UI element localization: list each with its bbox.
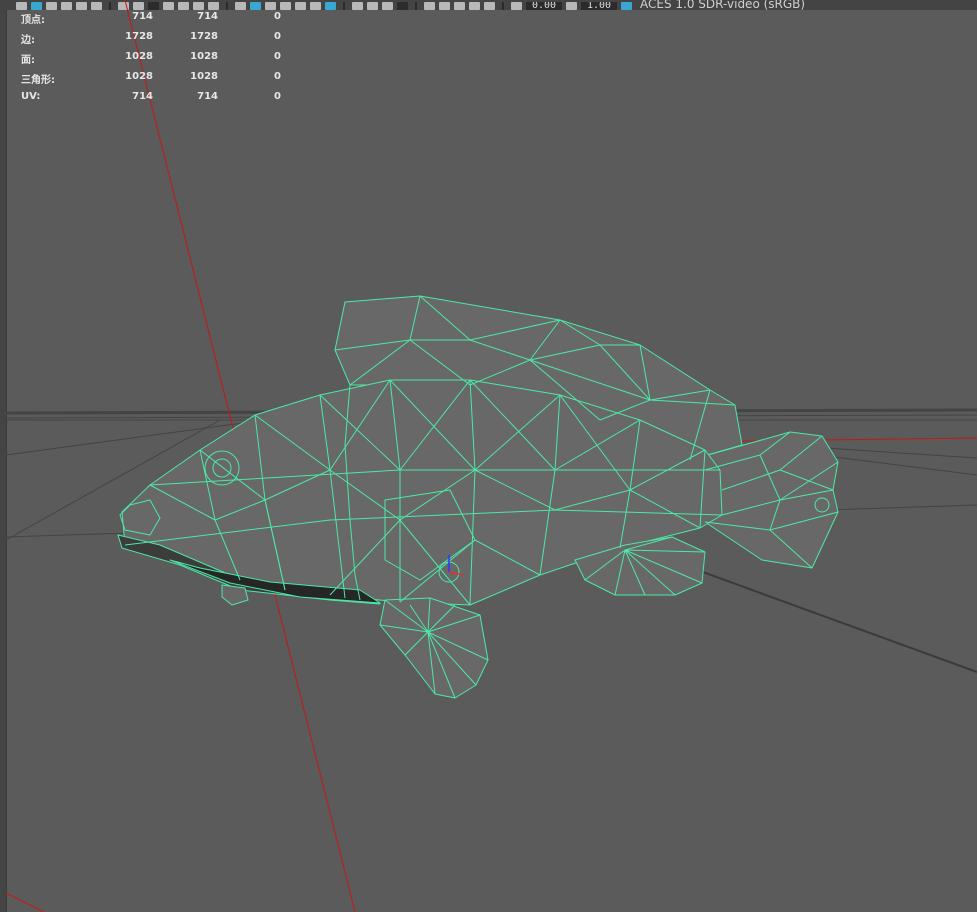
stat-row-edges: 边: 1728 1728 0 [21,31,281,51]
stat-value-selected: 0 [274,51,281,62]
stat-value-scene: 1728 [125,31,153,42]
stat-value-selected: 0 [274,91,281,102]
stat-label: 顶点: [21,15,45,26]
stat-row-faces: 面: 1028 1028 0 [21,51,281,71]
stat-value-scene: 1028 [125,71,153,82]
stat-value-scene: 1028 [125,51,153,62]
stat-label: UV: [21,91,41,102]
poly-count-hud: 顶点: 714 714 0 边: 1728 1728 0 面: 1028 102… [21,11,281,111]
stat-value-object: 1028 [190,51,218,62]
stat-value-selected: 0 [274,11,281,22]
stat-value-selected: 0 [274,71,281,82]
stat-value-selected: 0 [274,31,281,42]
stat-label: 面: [21,55,35,66]
stat-value-object: 714 [197,91,218,102]
stat-label: 边: [21,35,35,46]
stat-value-object: 714 [197,11,218,22]
stat-row-triangles: 三角形: 1028 1028 0 [21,71,281,91]
stat-value-scene: 714 [132,11,153,22]
stat-value-scene: 714 [132,91,153,102]
stat-row-uvs: UV: 714 714 0 [21,91,281,111]
z-axis-line [5,892,45,912]
3d-viewport[interactable] [0,0,977,912]
stat-value-object: 1028 [190,71,218,82]
fish-mesh [117,295,839,699]
stat-value-object: 1728 [190,31,218,42]
stat-row-vertices: 顶点: 714 714 0 [21,11,281,31]
stat-label: 三角形: [21,75,55,86]
